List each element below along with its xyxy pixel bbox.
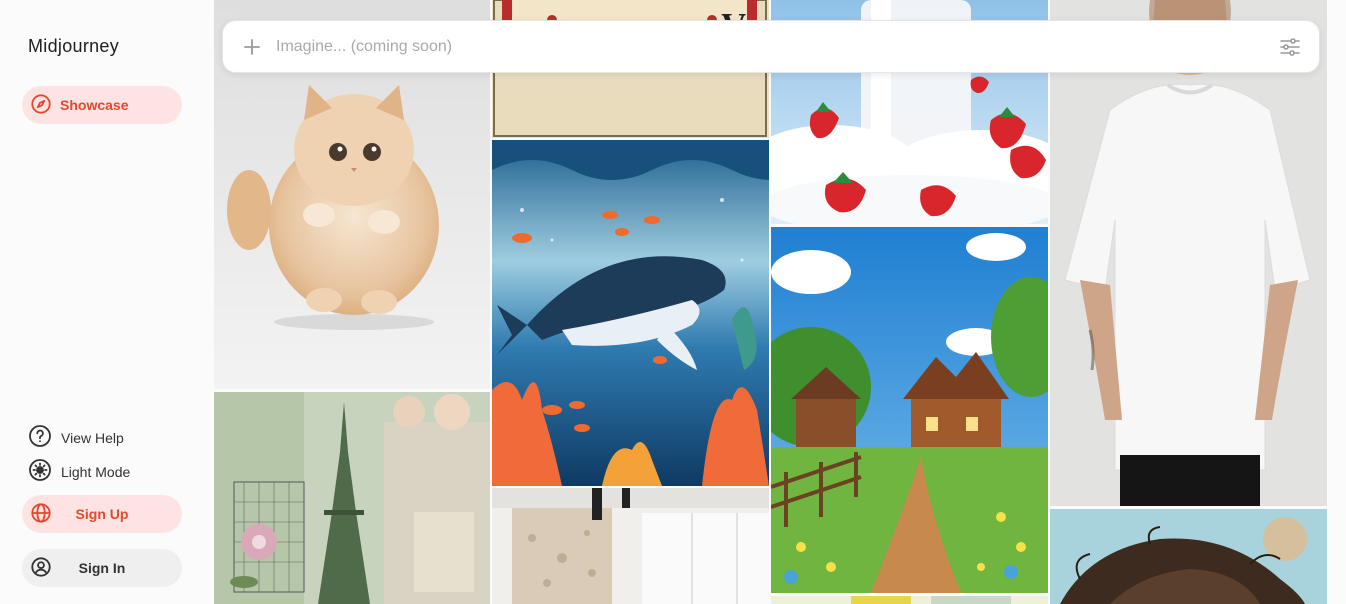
curly-hair-portrait-image[interactable] bbox=[1050, 509, 1327, 604]
village-landscape-illustration[interactable] bbox=[771, 227, 1048, 593]
white-tshirt-model-image[interactable] bbox=[1050, 0, 1327, 506]
sign-in-button[interactable]: Sign In bbox=[22, 549, 182, 587]
interior-room-image[interactable] bbox=[492, 488, 769, 604]
sign-in-label: Sign In bbox=[78, 560, 126, 576]
light-mode-toggle[interactable]: Light Mode bbox=[28, 458, 130, 485]
compass-icon bbox=[30, 93, 52, 118]
view-help-link[interactable]: View Help bbox=[28, 424, 124, 451]
light-mode-label: Light Mode bbox=[61, 463, 131, 480]
user-circle-icon bbox=[30, 556, 52, 581]
nav-showcase[interactable]: Showcase bbox=[22, 86, 182, 124]
partial-image[interactable] bbox=[771, 596, 1048, 604]
whale-underwater-illustration[interactable] bbox=[492, 140, 769, 486]
sun-icon bbox=[28, 458, 52, 485]
nav-showcase-label: Showcase bbox=[60, 97, 129, 113]
image-gallery: A bbox=[214, 0, 1327, 604]
prompt-bar bbox=[222, 20, 1320, 73]
sliders-icon[interactable] bbox=[1279, 37, 1301, 56]
sign-up-button[interactable]: Sign Up bbox=[22, 495, 182, 533]
sign-up-label: Sign Up bbox=[75, 506, 129, 522]
globe-icon bbox=[30, 502, 52, 527]
sidebar: Midjourney Showcase View Help Light Mode… bbox=[0, 0, 205, 604]
app-logo[interactable]: Midjourney bbox=[28, 36, 119, 57]
question-circle-icon bbox=[28, 424, 52, 451]
plus-icon[interactable] bbox=[240, 38, 264, 56]
scrapbook-eiffel-tower-image[interactable] bbox=[214, 392, 490, 604]
view-help-label: View Help bbox=[61, 429, 124, 446]
prompt-input[interactable] bbox=[274, 36, 1279, 57]
